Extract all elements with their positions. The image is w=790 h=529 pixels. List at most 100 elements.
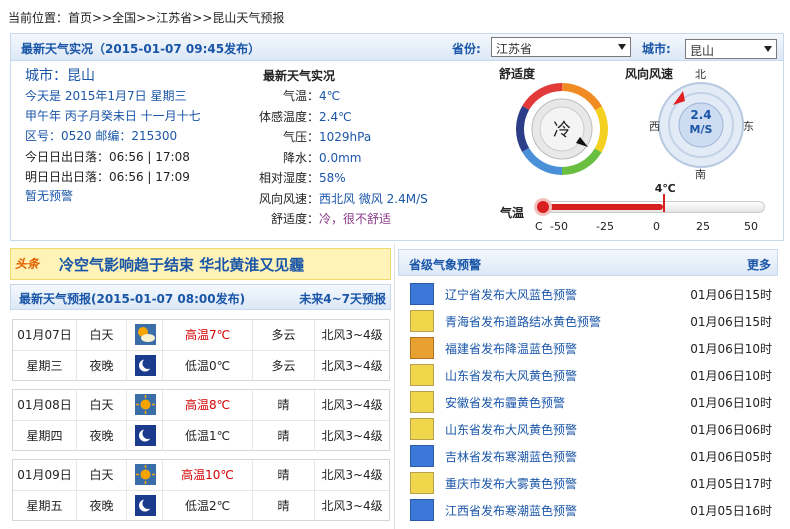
forecast-period: 白天 [77,460,127,490]
forecast-icon-cell [127,421,163,451]
alert-item[interactable]: 安徽省发布霾黄色预警 01月06日10时 [408,389,778,416]
lunar-date: 甲午年 丙子月癸未日 十一月十七 [25,109,201,123]
forecast-wind: 北风3~4级 [321,499,383,513]
alert-time: 01月06日10时 [690,396,772,410]
temp-fill [542,204,663,210]
alert-time: 01月05日17时 [690,477,772,491]
alert-item[interactable]: 重庆市发布大雾黄色预警 01月05日17时 [408,470,778,497]
alert-text[interactable]: 山东省发布大风黄色预警 [445,367,577,384]
alert-more-link[interactable]: 更多 [747,256,771,273]
forecast-temp: 高温7℃ [163,320,253,350]
city-select[interactable]: 昆山 [685,39,777,59]
breadcrumb-province[interactable]: 江苏省 [156,11,192,25]
alert-text[interactable]: 安徽省发布霾黄色预警 [445,394,565,411]
warning-yellow-icon [410,472,434,494]
alert-item[interactable]: 江西省发布寒潮蓝色预警 01月05日16时 [408,497,778,524]
temp-tick-label: 0 [653,220,660,233]
temp-tick-label: -50 [550,220,568,233]
forecast-day-row: 01月09日 白天 高温10℃ 晴北风3~4级 [13,460,389,490]
forecast-weekday: 星期四 [13,421,77,451]
forecast-weekday: 星期三 [13,351,77,381]
forecast-date: 01月08日 [13,390,77,420]
temp-marker [662,194,665,212]
field-wind: 风向风速：西北风 微风 2.4M/S [258,191,428,206]
alert-item[interactable]: 福建省发布降温蓝色预警 01月06日10时 [408,335,778,362]
forecast-weather: 晴 [253,390,315,420]
field-precip: 降水：0.0mm [282,150,362,165]
warning-yellow-icon [410,418,434,440]
comfort-value: 冷 [553,120,571,141]
alert-item[interactable]: 山东省发布大风黄色预警 01月06日06时 [408,416,778,443]
breadcrumb-country[interactable]: 全国 [112,11,136,25]
sun-icon [135,394,156,415]
forecast-day: 01月08日 白天 高温8℃ 晴北风3~4级 星期四 夜晚 低温1℃ 晴北风3~4级 [12,389,390,451]
thermometer-bulb-icon [534,198,552,216]
forecast-header: 最新天气预报(2015-01-07 08:00发布) 未来4~7天预报 [10,284,391,310]
moon-icon [135,495,156,516]
sunrise-today: 今日日出日落：06:56 | 17:08 [25,150,190,164]
forecast-day-row: 01月07日 白天 高温7℃ 多云 北风3~4级 [13,320,389,350]
comfort-title: 舒适度 [499,67,536,81]
temp-scale-unit: C [535,220,543,233]
compass-north: 北 [695,68,706,81]
temp-tick-label: -25 [596,220,614,233]
alert-item[interactable]: 吉林省发布寒潮蓝色预警 01月06日05时 [408,443,778,470]
warning-status[interactable]: 暂无预警 [25,187,73,204]
warning-orange-icon [410,337,434,359]
forecast-weather: 晴 [253,460,315,490]
forecast-temp: 低温2℃ [163,491,253,521]
compass-east: 东 [743,120,754,133]
alert-text[interactable]: 山东省发布大风黄色预警 [445,421,577,438]
alert-text[interactable]: 青海省发布道路结冰黄色预警 [445,313,601,330]
forecast-temp: 高温8℃ [163,390,253,420]
headline-text[interactable]: 冷空气影响趋于结束 华北黄淮又见霾 [59,254,304,275]
city-name: 城市：昆山 [25,68,95,84]
forecast-day-row: 01月08日 白天 高温8℃ 晴北风3~4级 [13,390,389,420]
alert-text[interactable]: 重庆市发布大雾黄色预警 [445,475,577,492]
observation-header: 最新天气实况（2015-01-07 09:45发布） 省份: 江苏省 城市: 昆… [11,34,783,61]
column-divider [394,244,395,529]
forecast-wind: 北风3~4级 [321,468,383,482]
today-date: 今天是 2015年1月7日 星期三 [25,89,187,103]
alert-text[interactable]: 辽宁省发布大风蓝色预警 [445,286,577,303]
forecast-night-row: 星期三 夜晚 低温0℃ 多云 北风3~4级 [13,350,389,381]
province-select[interactable]: 江苏省 [491,37,631,57]
alert-item[interactable]: 山东省发布大风黄色预警 01月06日10时 [408,362,778,389]
alert-item[interactable]: 辽宁省发布大风蓝色预警 01月06日15时 [408,281,778,308]
warning-blue-icon [410,445,434,467]
alert-item[interactable]: 青海省发布道路结冰黄色预警 01月06日15时 [408,308,778,335]
breadcrumb-home[interactable]: 首页 [68,11,92,25]
forecast-wind: 北风3~4级 [321,359,383,373]
forecast-icon-cell [127,320,163,350]
forecast-temp: 低温1℃ [163,421,253,451]
moon-icon [135,425,156,446]
temp-tick-label: 25 [696,220,710,233]
forecast-weather: 晴 [253,491,315,521]
forecast-more-link[interactable]: 未来4~7天预报 [299,290,386,307]
alert-time: 01月06日15时 [690,288,772,302]
forecast-weather: 晴 [253,421,315,451]
forecast-wind: 北风3~4级 [321,429,383,443]
headline-bar[interactable]: 头条 冷空气影响趋于结束 华北黄淮又见霾 [10,248,391,280]
alert-text[interactable]: 福建省发布降温蓝色预警 [445,340,577,357]
alert-text[interactable]: 江西省发布寒潮蓝色预警 [445,502,577,519]
forecast-night-row: 星期四 夜晚 低温1℃ 晴北风3~4级 [13,420,389,451]
field-feels-like: 体感温度：2.4℃ [258,109,352,124]
forecast-date: 01月09日 [13,460,77,490]
forecast-wind: 北风3~4级 [321,328,383,342]
breadcrumb-prefix: 当前位置： [8,11,69,25]
alert-text[interactable]: 吉林省发布寒潮蓝色预警 [445,448,577,465]
province-label: 省份: [452,42,481,56]
forecast-icon-cell [127,351,163,381]
observation-panel: 最新天气实况（2015-01-07 09:45发布） 省份: 江苏省 城市: 昆… [10,33,784,241]
forecast-wind: 北风3~4级 [321,398,383,412]
sunrise-tomorrow: 明日日出日落：06:56 | 17:09 [25,170,190,184]
chevron-down-icon [618,44,626,50]
alert-time: 01月05日16时 [690,504,772,518]
temp-tick-label: 50 [744,220,758,233]
forecast-period: 白天 [77,390,127,420]
wind-speed-value: 2.4 [690,108,712,122]
chevron-down-icon [764,46,772,52]
forecast-day: 01月09日 白天 高温10℃ 晴北风3~4级 星期五 夜晚 低温2℃ 晴北风3~4级 [12,459,390,521]
warning-yellow-icon [410,310,434,332]
